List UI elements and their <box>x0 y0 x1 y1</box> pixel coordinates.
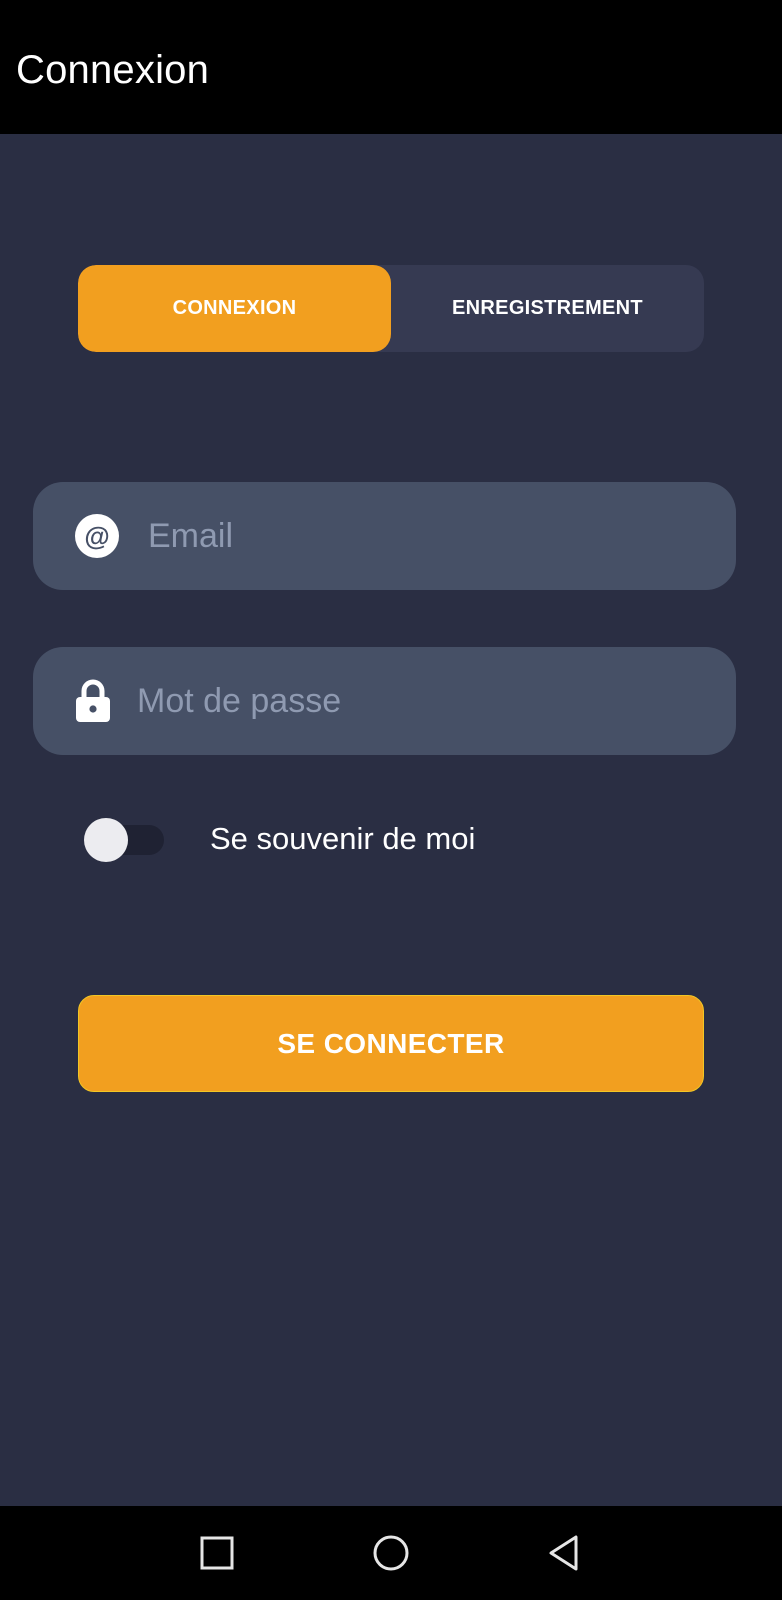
at-sign-icon: @ <box>75 514 119 558</box>
system-nav-bar <box>0 1506 782 1600</box>
page-title: Connexion <box>16 48 210 92</box>
login-screen: Connexion CONNEXION ENREGISTREMENT @ Se … <box>0 0 782 1600</box>
tab-enregistrement[interactable]: ENREGISTREMENT <box>391 265 704 352</box>
app-bar: Connexion <box>0 0 782 134</box>
recents-icon[interactable] <box>192 1528 242 1578</box>
home-icon[interactable] <box>366 1528 416 1578</box>
email-input[interactable] <box>148 482 708 590</box>
remember-me-toggle[interactable] <box>82 816 166 864</box>
remember-me-label[interactable]: Se souvenir de moi <box>210 821 475 857</box>
remember-me-row: Se souvenir de moi <box>82 816 582 864</box>
password-input[interactable] <box>137 647 707 755</box>
password-field <box>33 647 736 755</box>
toggle-thumb <box>84 818 128 862</box>
lock-icon <box>75 679 111 723</box>
login-button[interactable]: SE CONNECTER <box>78 995 704 1092</box>
auth-mode-switch: CONNEXION ENREGISTREMENT <box>78 265 704 352</box>
tab-connexion[interactable]: CONNEXION <box>78 265 391 352</box>
email-field: @ <box>33 482 736 590</box>
back-icon[interactable] <box>540 1528 590 1578</box>
